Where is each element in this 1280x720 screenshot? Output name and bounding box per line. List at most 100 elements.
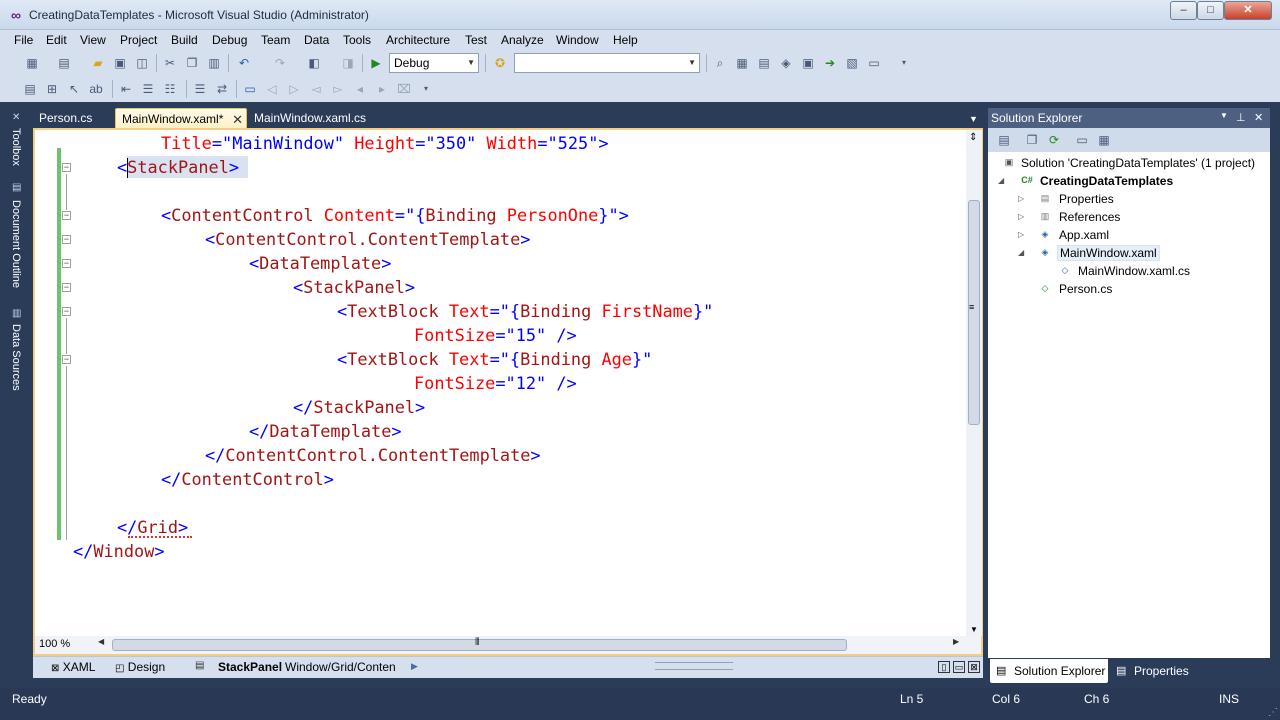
expanded-arrow-icon[interactable]: ◢	[1018, 248, 1024, 257]
menu-project[interactable]: Project	[120, 33, 157, 47]
breadcrumb-arrow-icon[interactable]: ▶	[411, 661, 418, 672]
scroll-left-icon[interactable]: ◀	[98, 637, 104, 646]
tree-node-properties[interactable]: Properties	[1059, 192, 1114, 206]
design-view-button[interactable]: ◰ Design	[115, 658, 165, 678]
collapse-icon[interactable]: −	[62, 283, 71, 292]
menu-edit[interactable]: Edit	[46, 33, 67, 47]
menu-tools[interactable]: Tools	[343, 33, 371, 47]
collapse-icon[interactable]: −	[62, 259, 71, 268]
previous-bookmark-folder-icon[interactable]: ◅	[308, 81, 324, 97]
split-icon[interactable]: ⇕	[969, 132, 977, 143]
horizontal-split-icon[interactable]: ▭	[953, 661, 965, 673]
collapse-pane-icon[interactable]: ⊠	[968, 661, 980, 673]
collapsed-arrow-icon[interactable]: ▷	[1018, 230, 1024, 239]
expanded-arrow-icon[interactable]: ◢	[998, 176, 1004, 185]
chevron-down-icon[interactable]: ▼	[969, 114, 978, 124]
comment-icon[interactable]: ☰	[192, 81, 208, 97]
solution-explorer-icon[interactable]: ▦	[734, 55, 750, 71]
horizontal-scroll-thumb[interactable]	[112, 639, 847, 651]
scroll-right-icon[interactable]: ▶	[953, 637, 959, 646]
toolbar-options-icon[interactable]: ▾	[896, 55, 912, 71]
previous-bookmark-doc-icon[interactable]: ◂	[352, 81, 368, 97]
close-icon[interactable]: ✕	[232, 109, 243, 130]
resize-grip-icon[interactable]: ⋰	[1268, 707, 1278, 718]
previous-bookmark-icon[interactable]: ◁	[264, 81, 280, 97]
find-icon[interactable]: ⌕	[712, 55, 728, 71]
cut-icon[interactable]: ✂	[162, 55, 178, 71]
menu-debug[interactable]: Debug	[212, 33, 247, 47]
collapse-icon[interactable]: −	[62, 307, 71, 316]
chevron-down-icon[interactable]: ▼	[1220, 111, 1228, 120]
menu-window[interactable]: Window	[556, 33, 599, 47]
tab-person-cs[interactable]: Person.cs	[33, 108, 115, 130]
menu-data[interactable]: Data	[304, 33, 329, 47]
quick-info-icon[interactable]: ▤	[22, 81, 38, 97]
undo-icon[interactable]: ↶	[236, 55, 252, 71]
find-combo[interactable]: ▼	[514, 53, 700, 73]
maximize-button[interactable]: □	[1197, 1, 1224, 20]
collapsed-arrow-icon[interactable]: ▷	[1018, 212, 1024, 221]
collapsed-arrow-icon[interactable]: ▷	[1018, 194, 1024, 203]
solution-configuration-combo[interactable]: Debug ▼	[389, 53, 479, 73]
document-outline-tab[interactable]: Document Outline	[10, 200, 22, 288]
object-browser-icon[interactable]: ◈	[778, 55, 794, 71]
tab-mainwindow-xaml-cs[interactable]: MainWindow.xaml.cs	[248, 108, 388, 130]
toolbar-options-icon[interactable]: ▾	[418, 81, 434, 97]
toggle-bookmark-icon[interactable]: ▭	[242, 81, 258, 97]
breadcrumb-path[interactable]: Window/Grid/Conten	[285, 660, 396, 674]
uncomment-icon[interactable]: ⇄	[214, 81, 230, 97]
tab-mainwindow-xaml[interactable]: MainWindow.xaml* ✕	[115, 108, 247, 130]
collapse-icon[interactable]: −	[62, 355, 71, 364]
editor-vertical-scrollbar[interactable]: ⇕ ≡ ▼	[966, 130, 982, 636]
tab-solution-explorer[interactable]: ▤ Solution Explorer	[990, 659, 1108, 683]
view-designer-icon[interactable]: ▦	[1096, 132, 1112, 148]
xaml-view-button[interactable]: ⊠ XAML	[51, 658, 95, 678]
show-all-files-icon[interactable]: ❐	[1024, 132, 1040, 148]
paste-icon[interactable]: ▥	[206, 55, 222, 71]
save-icon[interactable]: ▣	[112, 55, 128, 71]
zoom-combo[interactable]: 100 %	[37, 637, 95, 653]
tree-node-person-cs[interactable]: Person.cs	[1059, 282, 1112, 296]
extension-manager-icon[interactable]: ▧	[844, 55, 860, 71]
tree-node-app-xaml[interactable]: App.xaml	[1059, 228, 1109, 242]
breadcrumb-element[interactable]: StackPanel	[218, 660, 282, 674]
clear-bookmarks-icon[interactable]: ⌧	[396, 81, 412, 97]
increase-indent-icon[interactable]: ☷	[162, 81, 178, 97]
next-bookmark-icon[interactable]: ▷	[286, 81, 302, 97]
tree-node-mainwindow-xaml[interactable]: MainWindow.xaml	[1057, 245, 1160, 261]
menu-view[interactable]: View	[80, 33, 106, 47]
start-page-icon[interactable]: ➔	[822, 55, 838, 71]
new-project-icon[interactable]: ▦	[24, 55, 40, 71]
collapse-icon[interactable]: −	[62, 211, 71, 220]
menu-analyze[interactable]: Analyze	[501, 33, 544, 47]
decrease-indent-icon[interactable]: ☰	[140, 81, 156, 97]
menu-build[interactable]: Build	[171, 33, 198, 47]
navigate-forward-icon[interactable]: ◨	[340, 55, 356, 71]
add-item-icon[interactable]: ▤	[56, 55, 72, 71]
menu-architecture[interactable]: Architecture	[386, 33, 450, 47]
minimize-button[interactable]: –	[1170, 1, 1197, 20]
copy-icon[interactable]: ❐	[184, 55, 200, 71]
scroll-thumb[interactable]	[968, 200, 980, 425]
complete-word-icon[interactable]: ↖	[66, 81, 82, 97]
tree-node-solution[interactable]: Solution 'CreatingDataTemplates' (1 proj…	[1021, 156, 1255, 170]
start-debugging-icon[interactable]: ▶	[368, 55, 384, 71]
properties-icon[interactable]: ▤	[756, 55, 772, 71]
menu-test[interactable]: Test	[465, 33, 487, 47]
tab-properties[interactable]: ▤ Properties	[1110, 659, 1200, 683]
tree-node-project[interactable]: CreatingDataTemplates	[1040, 174, 1173, 188]
vertical-split-icon[interactable]: ▯	[938, 661, 950, 673]
tree-node-references[interactable]: References	[1059, 210, 1120, 224]
close-window-button[interactable]: ✕	[1224, 1, 1272, 20]
view-code-icon[interactable]: ▭	[1074, 132, 1090, 148]
next-bookmark-folder-icon[interactable]: ▻	[330, 81, 346, 97]
open-file-icon[interactable]: ▰	[90, 55, 106, 71]
navigate-backward-icon[interactable]: ◧	[306, 55, 322, 71]
outdent-icon[interactable]: ⇤	[118, 81, 134, 97]
menu-file[interactable]: File	[14, 33, 33, 47]
redo-icon[interactable]: ↷	[272, 55, 288, 71]
toolbox-tab[interactable]: Toolbox	[10, 128, 22, 166]
properties-icon[interactable]: ▤	[996, 132, 1012, 148]
toolbox-icon[interactable]: ▣	[800, 55, 816, 71]
next-bookmark-doc-icon[interactable]: ▸	[374, 81, 390, 97]
